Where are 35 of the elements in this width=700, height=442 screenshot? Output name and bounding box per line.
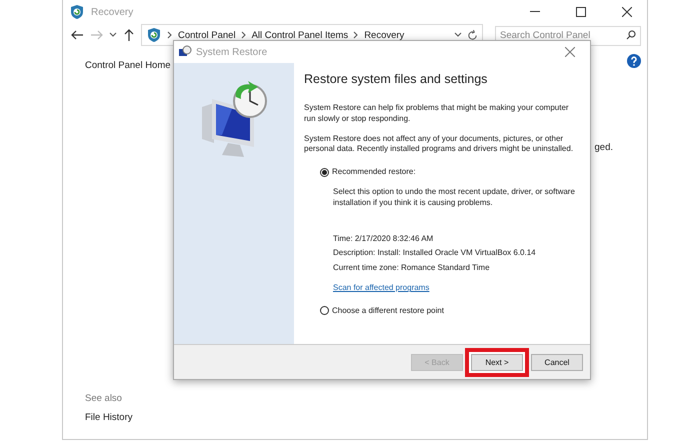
dialog-button[interactable]: Cancel — [531, 354, 583, 370]
shield-icon — [146, 27, 162, 43]
see-also-heading: See also — [85, 393, 123, 404]
dialog-heading: Restore system files and settings — [304, 71, 488, 88]
chevron-right-icon[interactable] — [167, 31, 173, 39]
radio-option[interactable]: Choose a different restore point — [320, 306, 580, 316]
chevron-right-icon[interactable] — [353, 31, 360, 39]
scan-link[interactable]: Scan for affected programs — [333, 283, 430, 294]
description-text: System Restore can help fix problems that might be making your computer run slowly or stop responding. — [304, 103, 570, 124]
close-icon — [565, 47, 575, 57]
maximize-icon — [576, 7, 586, 17]
chevron-down-icon[interactable] — [109, 32, 117, 38]
close-icon — [622, 7, 632, 17]
breadcrumb[interactable]: Control Panel — [178, 30, 236, 40]
dialog-title: System Restore — [196, 46, 268, 58]
computer-clock-icon — [178, 45, 192, 59]
search-icon — [626, 30, 636, 40]
chevron-down-icon[interactable] — [454, 32, 462, 38]
help-icon[interactable] — [627, 54, 641, 68]
breadcrumb[interactable]: All Control Panel Items — [252, 30, 348, 40]
window-title: Recovery — [91, 6, 134, 18]
shield-icon — [69, 4, 85, 20]
sidebar-link[interactable]: File History — [85, 412, 195, 423]
dialog-button[interactable]: Next > — [471, 354, 523, 370]
body-text: ged. — [594, 142, 613, 153]
restore-detail: Current time zone: Romance Standard Time — [333, 262, 491, 274]
description-text: System Restore does not affect any of your documents, pictures, or other personal data. Recently installed programs and drivers might be uninstalled. — [304, 134, 574, 155]
refresh-icon[interactable] — [467, 30, 478, 40]
chevron-right-icon[interactable] — [240, 31, 247, 39]
radio-option[interactable]: Recommended restore: — [320, 166, 580, 178]
option-description: Select this option to undo the most recent update, driver, or software installation if you think it is causing problems. — [333, 187, 576, 208]
restore-detail: Description: Install: Installed Oracle VM VirtualBox 6.0.14 — [333, 248, 537, 259]
minimize-icon — [530, 11, 540, 13]
breadcrumb[interactable]: Recovery — [364, 30, 404, 40]
restore-detail: Time: 2/17/2020 8:32:46 AM — [333, 234, 434, 244]
